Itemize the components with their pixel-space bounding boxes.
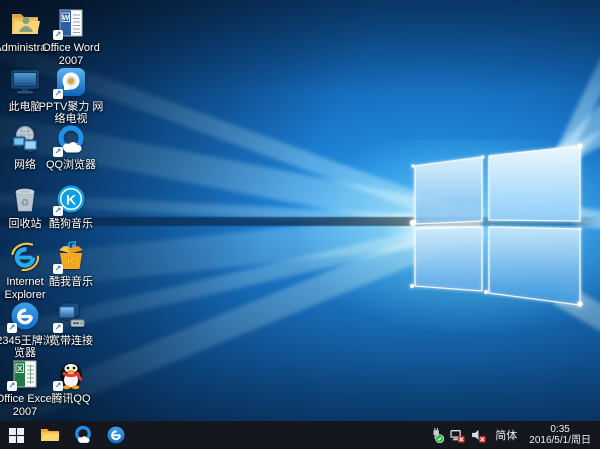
qq-browser-icon: ↗ (55, 124, 87, 156)
qq-penguin-icon: ↗ (55, 358, 87, 390)
desktop-icon-label: 酷我音乐 (38, 276, 104, 289)
desktop-icon-label: PPTV聚力 网 络电视 (38, 101, 104, 126)
desktop-icon-pptv[interactable]: ↗ PPTV聚力 网 络电视 (48, 65, 94, 124)
desktop-icon-label: QQ浏览器 (38, 159, 104, 172)
computer-icon (9, 66, 41, 98)
desktop-icon-recycle-bin[interactable]: ♻ 回收站 (2, 182, 48, 241)
windows-desktop: Administra... W ↗ Office Word 2007 (0, 0, 600, 449)
desktop-icon-network[interactable]: 网络 (2, 123, 48, 182)
qq-browser-icon (73, 425, 93, 445)
svg-text:♻: ♻ (21, 198, 30, 209)
taskbar-2345-browser-button[interactable] (99, 421, 132, 449)
user-folder-icon (9, 7, 41, 39)
ime-language-indicator[interactable]: 简体 (490, 427, 522, 443)
taskbar-clock[interactable]: 0:35 2016/5/1/周日 (525, 424, 595, 447)
desktop-icon-grid: Administra... W ↗ Office Word 2007 (2, 6, 94, 416)
2345-browser-icon: ↗ (9, 300, 41, 332)
windows-logo-graphic (398, 130, 598, 320)
kuwo-music-icon: K ↗ (55, 241, 87, 273)
shortcut-arrow-icon: ↗ (7, 323, 17, 333)
shortcut-arrow-icon: ↗ (53, 206, 63, 216)
desktop-icon-label: 腾讯QQ (38, 393, 104, 406)
shortcut-arrow-icon: ↗ (53, 30, 63, 40)
shortcut-arrow-icon: ↗ (53, 381, 63, 391)
desktop-icon-broadband[interactable]: ↗ 宽带连接 (48, 299, 94, 358)
shortcut-arrow-icon: ↗ (53, 264, 63, 274)
taskbar-qq-browser-button[interactable] (66, 421, 99, 449)
system-tray: 简体 0:35 2016/5/1/周日 (427, 424, 600, 447)
pptv-icon: ↗ (55, 66, 87, 98)
clock-date: 2016/5/1/周日 (529, 435, 591, 447)
2345-browser-icon (106, 425, 126, 445)
desktop-icon-kuwo-music[interactable]: K ↗ 酷我音乐 (48, 240, 94, 299)
desktop-icon-2345-browser[interactable]: ↗ 2345王牌浏 览器 (2, 299, 48, 358)
shortcut-arrow-icon: ↗ (53, 323, 63, 333)
desktop-icon-office-word[interactable]: W ↗ Office Word 2007 (48, 6, 94, 65)
desktop-icon-office-excel[interactable]: X ↗ Office Excel 2007 (2, 357, 48, 416)
volume-muted-icon[interactable] (469, 424, 487, 446)
broadband-connection-icon: ↗ (55, 300, 87, 332)
network-icon (9, 124, 41, 156)
taskbar-file-explorer-button[interactable] (33, 421, 66, 449)
desktop-icon-qq-browser[interactable]: ↗ QQ浏览器 (48, 123, 94, 182)
recycle-bin-icon: ♻ (9, 183, 41, 215)
start-button[interactable] (0, 421, 33, 449)
svg-text:X: X (17, 364, 22, 373)
shortcut-arrow-icon: ↗ (53, 89, 63, 99)
shortcut-arrow-icon: ↗ (53, 147, 63, 157)
file-explorer-icon (40, 427, 60, 443)
desktop-icon-kugou-music[interactable]: K ↗ 酷狗音乐 (48, 182, 94, 241)
word-icon: W ↗ (55, 7, 87, 39)
svg-text:K: K (67, 255, 76, 269)
clock-time: 0:35 (529, 424, 591, 436)
excel-icon: X ↗ (9, 358, 41, 390)
desktop-icon-label: Office Word 2007 (38, 42, 104, 67)
internet-explorer-icon (9, 241, 41, 273)
windows-logo-icon (9, 428, 24, 443)
desktop-icon-tencent-qq[interactable]: ↗ 腾讯QQ (48, 357, 94, 416)
taskbar: 简体 0:35 2016/5/1/周日 (0, 421, 600, 449)
network-disconnected-icon[interactable] (448, 424, 466, 446)
svg-text:K: K (66, 191, 76, 207)
desktop-icon-label: 宽带连接 (38, 335, 104, 348)
svg-text:W: W (62, 13, 70, 22)
desktop-icon-internet-explorer[interactable]: Internet Explorer (2, 240, 48, 299)
kugou-music-icon: K ↗ (55, 183, 87, 215)
safely-remove-hardware-icon[interactable] (427, 424, 445, 446)
shortcut-arrow-icon: ↗ (7, 381, 17, 391)
desktop-icon-label: 酷狗音乐 (38, 218, 104, 231)
